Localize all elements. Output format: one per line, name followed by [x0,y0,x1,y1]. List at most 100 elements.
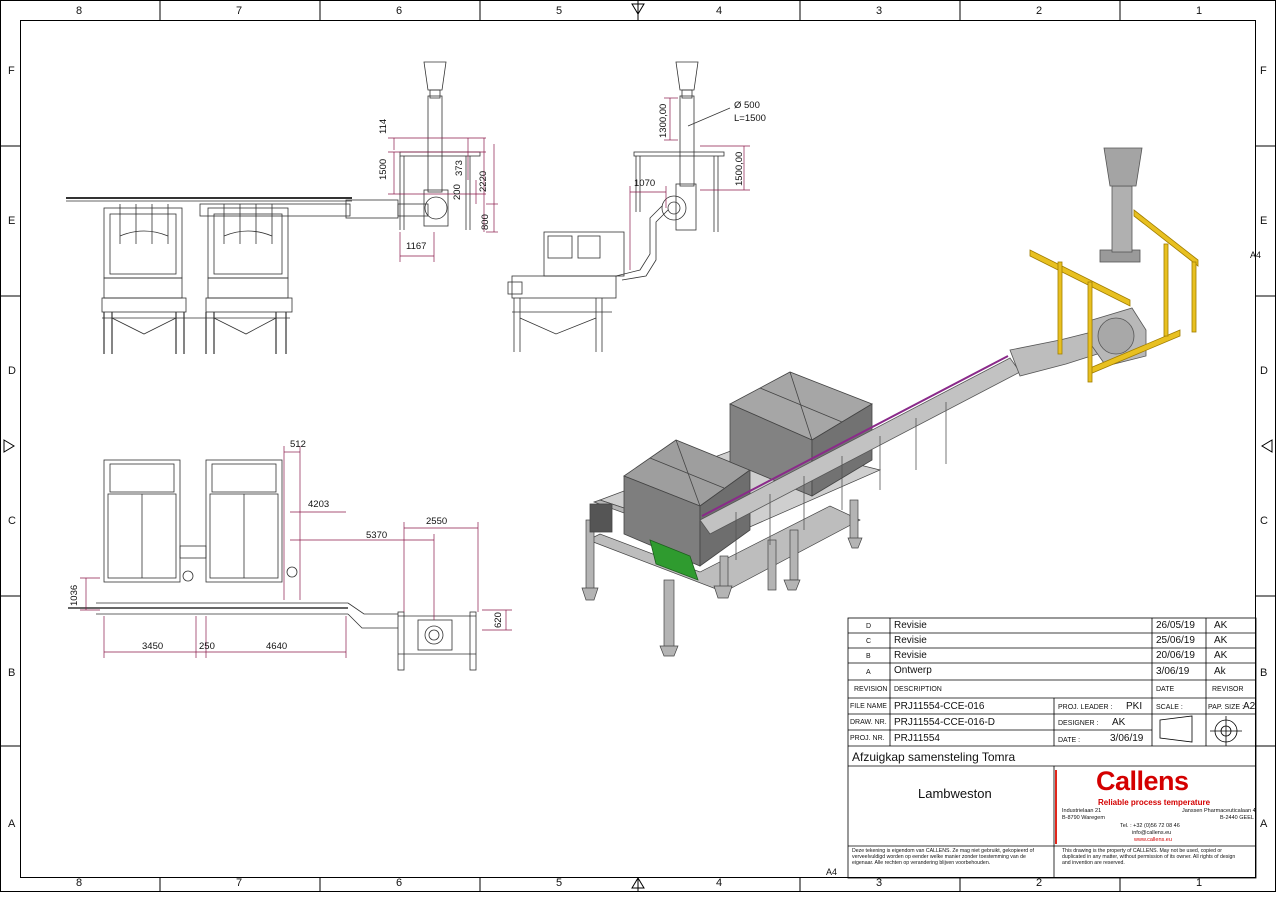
zone-col-4-bottom: 4 [716,877,723,889]
dim-4640: 4640 [266,641,288,652]
address1-line2: B-8790 Waregem [1062,815,1105,821]
zone-row-b: B [8,667,16,679]
dim-2550: 2550 [426,516,448,527]
zone-row-c-right: C [1260,515,1268,527]
zone-col-5: 5 [556,5,563,17]
dim-5370: 5370 [366,530,388,541]
rev-a-by: Ak [1214,666,1226,677]
notice-english: This drawing is the property of CALLENS.… [1062,848,1236,866]
rev-b-date: 20/06/19 [1156,650,1195,661]
zone-col-4: 4 [716,5,723,17]
rev-c-letter: C [866,638,872,645]
designer-value: AK [1112,717,1126,728]
dim-620: 620 [493,612,504,628]
zone-col-3-bottom: 3 [876,877,883,889]
dim-114: 114 [378,118,389,134]
dim-800: 800 [480,214,491,230]
pap-size-label: PAP. SIZE : [1208,704,1244,711]
proj-leader-label: PROJ. LEADER : [1058,704,1113,711]
rev-b-by: AK [1214,650,1228,661]
address2-line1: Janssen Pharmaceuticalaan 4 [1182,808,1256,814]
outer-frame [0,0,1276,892]
zone-col-8: 8 [76,5,83,17]
drawing-sheet: 8 7 6 5 4 3 2 1 8 7 6 5 4 3 2 1 F E D C … [0,0,1276,892]
dim-pipe-length: L=1500 [734,113,766,124]
company-email: info@callens.eu [1132,830,1172,836]
rev-d-desc: Revisie [894,620,927,631]
header-revision: REVISION [854,686,888,693]
dim-200: 200 [452,184,463,200]
scale-label: SCALE : [1156,704,1183,711]
zone-row-a: A [8,818,16,830]
top-view [68,459,477,671]
header-date: DATE [1156,686,1175,693]
isometric-view [581,147,1199,657]
company-tagline: Reliable process temperature [1098,798,1211,807]
zone-row-f: F [8,65,15,77]
rev-d-date: 26/05/19 [1156,620,1195,631]
zone-row-b-right: B [1260,667,1268,679]
company-tel: Tel. : +32 (0)56 72 08 46 [1120,823,1180,829]
proj-leader-value: PKI [1126,701,1143,712]
dim-2220: 2220 [478,170,489,192]
rev-d-letter: D [866,623,872,630]
customer-name: Lambweston [918,786,992,801]
dim-1167: 1167 [406,241,427,252]
zone-col-6: 6 [396,5,403,17]
address1-line1: Industrielaan 21 [1062,808,1102,814]
dim-1036: 1036 [69,584,80,606]
dim-250: 250 [199,641,215,652]
proj-nr-value: PRJ11554 [894,733,940,744]
sheet-marker-right: A4 [1250,250,1262,260]
date-label: DATE : [1058,737,1081,744]
company-web: www.callens.eu [1134,837,1172,843]
dim-4203: 4203 [308,499,330,510]
zone-ticks [0,0,1276,892]
zone-col-1: 1 [1196,5,1203,17]
draw-nr-value: PRJ11554-CCE-016-D [894,717,995,728]
zone-row-f-right: F [1260,65,1267,77]
designer-label: DESIGNER : [1058,720,1099,727]
notice-dutch: Deze tekening is eigendom van CALLENS. Z… [852,848,1034,866]
zone-row-a-right: A [1260,818,1268,830]
inner-frame [20,20,1256,878]
zone-row-d: D [8,365,16,377]
dim-1300: 1300,00 [658,103,669,138]
sheet-marker-bottom: A4 [826,867,838,877]
address2-line2: B-2440 GEEL [1220,815,1254,821]
dim-373: 373 [454,160,465,176]
zone-col-5-bottom: 5 [556,877,563,889]
drawing-title: Afzuigkap samensteling Tomra [852,750,1016,764]
zone-col-7: 7 [236,5,243,17]
dim-1500-side: 1500,00 [734,151,745,186]
zone-col-8-bottom: 8 [76,877,83,889]
draw-nr-label: DRAW. NR. [850,719,887,726]
zone-col-2-bottom: 2 [1036,877,1043,889]
zone-row-c: C [8,515,16,527]
file-name-label: FILE NAME [850,703,887,710]
date-value: 3/06/19 [1110,733,1144,744]
zone-row-e: E [8,215,16,227]
zone-col-6-bottom: 6 [396,877,403,889]
header-revisor: REVISOR [1212,686,1244,693]
drawing-canvas [0,0,1276,892]
zone-col-2: 2 [1036,5,1043,17]
front-view [66,61,481,354]
dim-1500: 1500 [378,158,389,180]
header-description: DESCRIPTION [894,686,942,693]
dim-1070: 1070 [634,178,656,189]
pap-size-value: A2 [1243,701,1256,712]
company-logo: Callens [1096,766,1189,796]
rev-a-letter: A [866,669,871,676]
zone-row-d-right: D [1260,365,1268,377]
zone-col-1-bottom: 1 [1196,877,1203,889]
side-view [507,61,725,352]
rev-d-by: AK [1214,620,1228,631]
dim-512: 512 [290,439,306,450]
rev-b-desc: Revisie [894,650,927,661]
rev-c-by: AK [1214,635,1228,646]
proj-nr-label: PROJ. NR. [850,735,885,742]
rev-a-desc: Ontwerp [894,665,932,676]
dim-pipe-diameter: Ø 500 [734,100,760,111]
file-name-value: PRJ11554-CCE-016 [894,701,985,712]
